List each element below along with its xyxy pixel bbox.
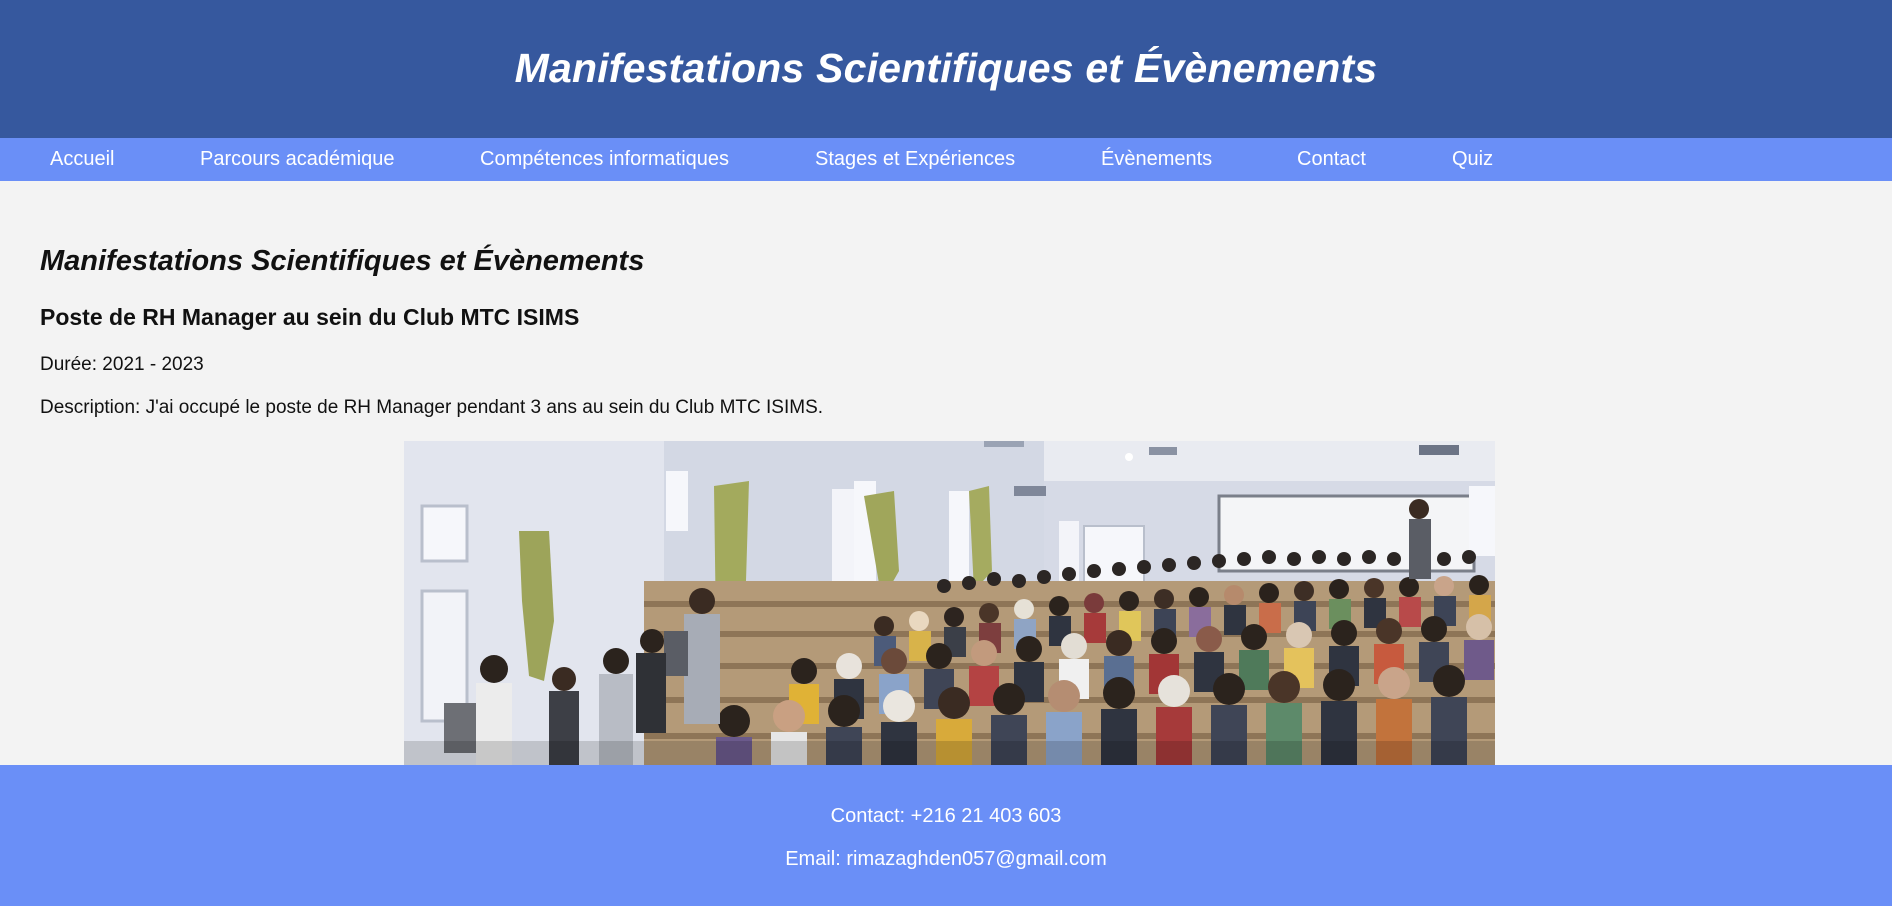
event-duration: Durée: 2021 - 2023 [40, 354, 204, 375]
footer-contact-email: Email: rimazaghden057@gmail.com [785, 848, 1107, 870]
page: Manifestations Scientifiques et Évènemen… [0, 0, 1892, 906]
lecture-hall-photo [404, 441, 1495, 765]
footer-contact-phone: Contact: +216 21 403 603 [830, 805, 1062, 827]
site-title: Manifestations Scientifiques et Évènemen… [514, 44, 1378, 91]
event-photo [404, 441, 1495, 765]
main-nav: Accueil Parcours académique Compétences … [0, 138, 1892, 181]
site-footer: Contact: +216 21 403 603 Email: rimazagh… [0, 765, 1892, 906]
event-description: Description: J'ai occupé le poste de RH … [40, 397, 824, 418]
nav-link-parcours-academique[interactable]: Parcours académique [200, 138, 395, 181]
nav-link-competences-informatiques[interactable]: Compétences informatiques [480, 138, 729, 181]
nav-link-quiz[interactable]: Quiz [1452, 138, 1493, 181]
nav-link-accueil[interactable]: Accueil [50, 138, 114, 181]
site-header: Manifestations Scientifiques et Évènemen… [0, 0, 1892, 138]
nav-link-contact[interactable]: Contact [1297, 138, 1366, 181]
nav-link-evenements[interactable]: Évènements [1101, 138, 1212, 181]
nav-link-stages-experiences[interactable]: Stages et Expériences [815, 138, 1015, 181]
section-title: Manifestations Scientifiques et Évènemen… [40, 245, 645, 277]
event-title: Poste de RH Manager au sein du Club MTC … [40, 304, 580, 330]
